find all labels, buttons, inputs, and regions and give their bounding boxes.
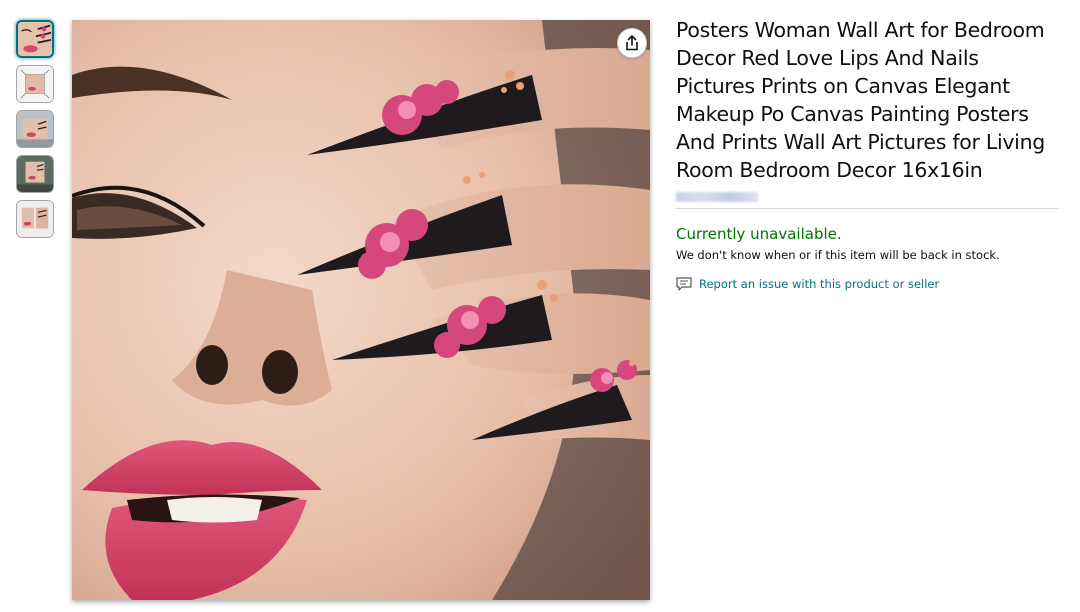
report-issue-label[interactable]: Report an issue with this product or sel…	[699, 277, 939, 291]
thumbnail-1[interactable]	[16, 20, 54, 58]
divider	[676, 208, 1059, 209]
thumbnail-list	[16, 20, 56, 245]
availability-status: Currently unavailable.	[676, 225, 842, 243]
share-button[interactable]	[617, 28, 647, 58]
product-title: Posters Woman Wall Art for Bedroom Decor…	[676, 18, 1045, 182]
feedback-icon	[676, 277, 692, 291]
thumbnail-3[interactable]	[16, 110, 54, 148]
report-issue-link[interactable]: Report an issue with this product or sel…	[676, 277, 1062, 291]
thumbnail-4[interactable]	[16, 155, 54, 193]
thumbnail-2[interactable]	[16, 65, 54, 103]
product-photo	[72, 20, 650, 600]
share-icon	[626, 35, 638, 51]
thumbnail-image	[17, 201, 53, 237]
availability-note: We don't know when or if this item will …	[676, 248, 1000, 262]
thumbnail-image	[18, 22, 52, 56]
product-info: Posters Woman Wall Art for Bedroom Decor…	[676, 16, 1062, 291]
thumbnail-5[interactable]	[16, 200, 54, 238]
thumbnail-image	[17, 156, 53, 192]
thumbnail-image	[17, 66, 53, 102]
main-product-image[interactable]	[72, 20, 650, 600]
thumbnail-image	[17, 111, 53, 147]
redacted-byline	[676, 192, 758, 202]
